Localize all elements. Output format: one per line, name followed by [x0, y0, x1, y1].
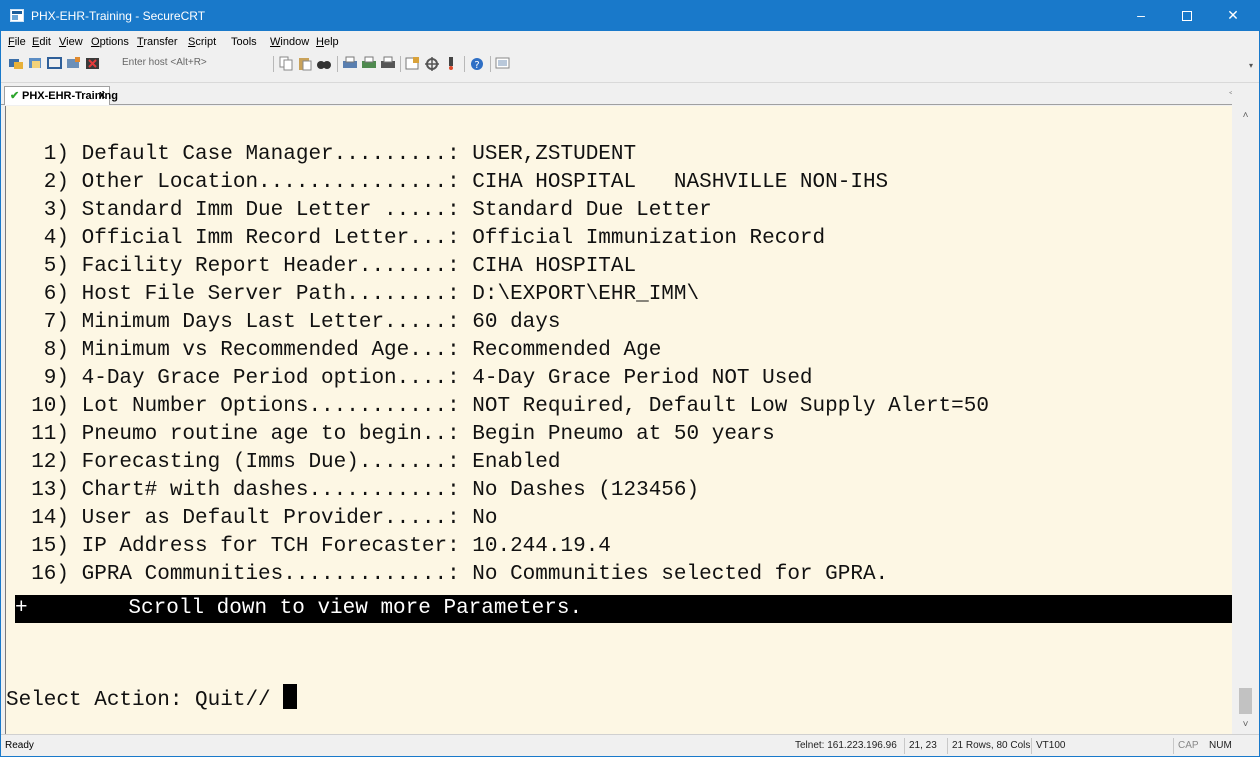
action-prompt[interactable]: Select Action: Quit//	[6, 684, 298, 715]
print-screen-icon[interactable]	[380, 56, 396, 71]
securecrt-app-icon	[10, 9, 24, 22]
terminal-line: 12) Forecasting (Imms Due).......: Enabl…	[6, 451, 561, 474]
toolbar-overflow-icon[interactable]: ▾	[1249, 61, 1253, 70]
status-terminal-size: 21 Rows, 80 Cols	[947, 738, 1030, 754]
enter-host-field[interactable]: Enter host <Alt+R>	[122, 55, 222, 71]
toolbar-separator	[464, 56, 465, 72]
connect-icon[interactable]	[8, 56, 24, 71]
status-cursor-position: 21, 23	[904, 738, 937, 754]
menu-bar: File Edit View Options Transfer Script T…	[1, 31, 1259, 53]
quick-connect-icon[interactable]	[28, 56, 44, 71]
terminal-line: 13) Chart# with dashes...........: No Da…	[6, 479, 700, 502]
terminal-line: 14) User as Default Provider.....: No	[6, 507, 498, 530]
menu-view[interactable]: View	[59, 36, 83, 48]
menu-script[interactable]: Script	[188, 36, 216, 48]
terminal-line: 9) 4-Day Grace Period option....: 4-Day …	[6, 367, 813, 390]
text-cursor	[283, 684, 298, 709]
paste-icon[interactable]	[297, 56, 313, 71]
menu-help[interactable]: Help	[316, 36, 339, 48]
maximize-icon	[1182, 11, 1192, 22]
status-connection: Telnet: 161.223.196.96	[795, 740, 897, 751]
terminal-line: 1) Default Case Manager.........: USER,Z…	[6, 143, 637, 166]
terminal-line: 15) IP Address for TCH Forecaster: 10.24…	[6, 535, 611, 558]
keymap-icon[interactable]	[443, 56, 459, 71]
toolbar-separator	[337, 56, 338, 72]
status-num-lock: NUM	[1209, 740, 1232, 751]
terminal-line: 11) Pneumo routine age to begin..: Begin…	[6, 423, 775, 446]
status-ready: Ready	[5, 740, 34, 751]
close-window-button[interactable]: ✕	[1210, 1, 1256, 31]
scroll-hint-bar: + Scroll down to view more Parameters.	[15, 595, 1232, 623]
svg-text:?: ?	[474, 60, 479, 71]
scrollbar-thumb[interactable]	[1239, 688, 1252, 714]
tab-phx-ehr-training[interactable]: ✔ PHX-EHR-Training x	[4, 86, 118, 105]
prompt-text: Select Action: Quit//	[6, 689, 284, 712]
terminal-line: 4) Official Imm Record Letter...: Offici…	[6, 227, 826, 250]
copy-icon[interactable]	[278, 56, 294, 71]
menu-edit[interactable]: Edit	[32, 36, 51, 48]
toolbar-separator	[490, 56, 491, 72]
title-bar: PHX-EHR-Training - SecureCRT – ✕	[1, 1, 1259, 31]
menu-transfer[interactable]: Transfer	[137, 36, 178, 48]
minimize-button[interactable]: –	[1118, 1, 1164, 31]
session-tab-bar: ✔ PHX-EHR-Training x ◁ ▷	[1, 83, 1259, 105]
find-icon[interactable]	[316, 56, 332, 71]
screen-icon[interactable]	[495, 56, 511, 71]
help-icon[interactable]: ?	[469, 56, 485, 71]
status-bar: Ready Telnet: 161.223.196.96 21, 23 21 R…	[1, 734, 1259, 756]
tab-close-button[interactable]: x	[99, 89, 105, 101]
terminal-line: 8) Minimum vs Recommended Age...: Recomm…	[6, 339, 662, 362]
terminal-line: 6) Host File Server Path........: D:\EXP…	[6, 283, 700, 306]
global-options-icon[interactable]	[424, 56, 440, 71]
status-caps-lock: CAP	[1173, 738, 1199, 754]
window-title: PHX-EHR-Training - SecureCRT	[31, 9, 206, 23]
print-selection-icon[interactable]	[361, 56, 377, 71]
menu-options[interactable]: Options	[91, 36, 129, 48]
session-options-icon[interactable]	[405, 56, 421, 71]
disconnect-icon[interactable]	[85, 56, 101, 71]
maximize-button[interactable]	[1164, 1, 1210, 31]
terminal-scrollbar[interactable]: ˄ ˅	[1232, 83, 1259, 734]
menu-tools[interactable]: Tools	[231, 36, 257, 48]
status-emulation: VT100	[1031, 738, 1065, 754]
terminal-line: 16) GPRA Communities.............: No Co…	[6, 563, 889, 586]
toolbar: Enter host <Alt+R> ? ▾	[1, 53, 1259, 83]
terminal-line: 10) Lot Number Options...........: NOT R…	[6, 395, 989, 418]
terminal-line: 2) Other Location...............: CIHA H…	[6, 171, 889, 194]
terminal-line: 3) Standard Imm Due Letter .....: Standa…	[6, 199, 712, 222]
menu-window[interactable]: Window	[270, 36, 309, 48]
print-icon[interactable]	[342, 56, 358, 71]
menu-file[interactable]: File	[8, 36, 26, 48]
scroll-down-arrow-icon[interactable]: ˅	[1232, 716, 1259, 734]
terminal-screen[interactable]: 1) Default Case Manager.........: USER,Z…	[5, 106, 1232, 734]
connect-tab-icon[interactable]	[47, 56, 63, 71]
reconnect-icon[interactable]	[66, 56, 82, 71]
terminal-line: 7) Minimum Days Last Letter.....: 60 day…	[6, 311, 561, 334]
toolbar-separator	[273, 56, 274, 72]
connected-check-icon: ✔	[10, 90, 20, 102]
securecrt-window: PHX-EHR-Training - SecureCRT – ✕ File Ed…	[0, 0, 1260, 757]
toolbar-separator	[400, 56, 401, 72]
scroll-up-arrow-icon[interactable]: ˄	[1232, 107, 1259, 125]
terminal-line: 5) Facility Report Header.......: CIHA H…	[6, 255, 637, 278]
